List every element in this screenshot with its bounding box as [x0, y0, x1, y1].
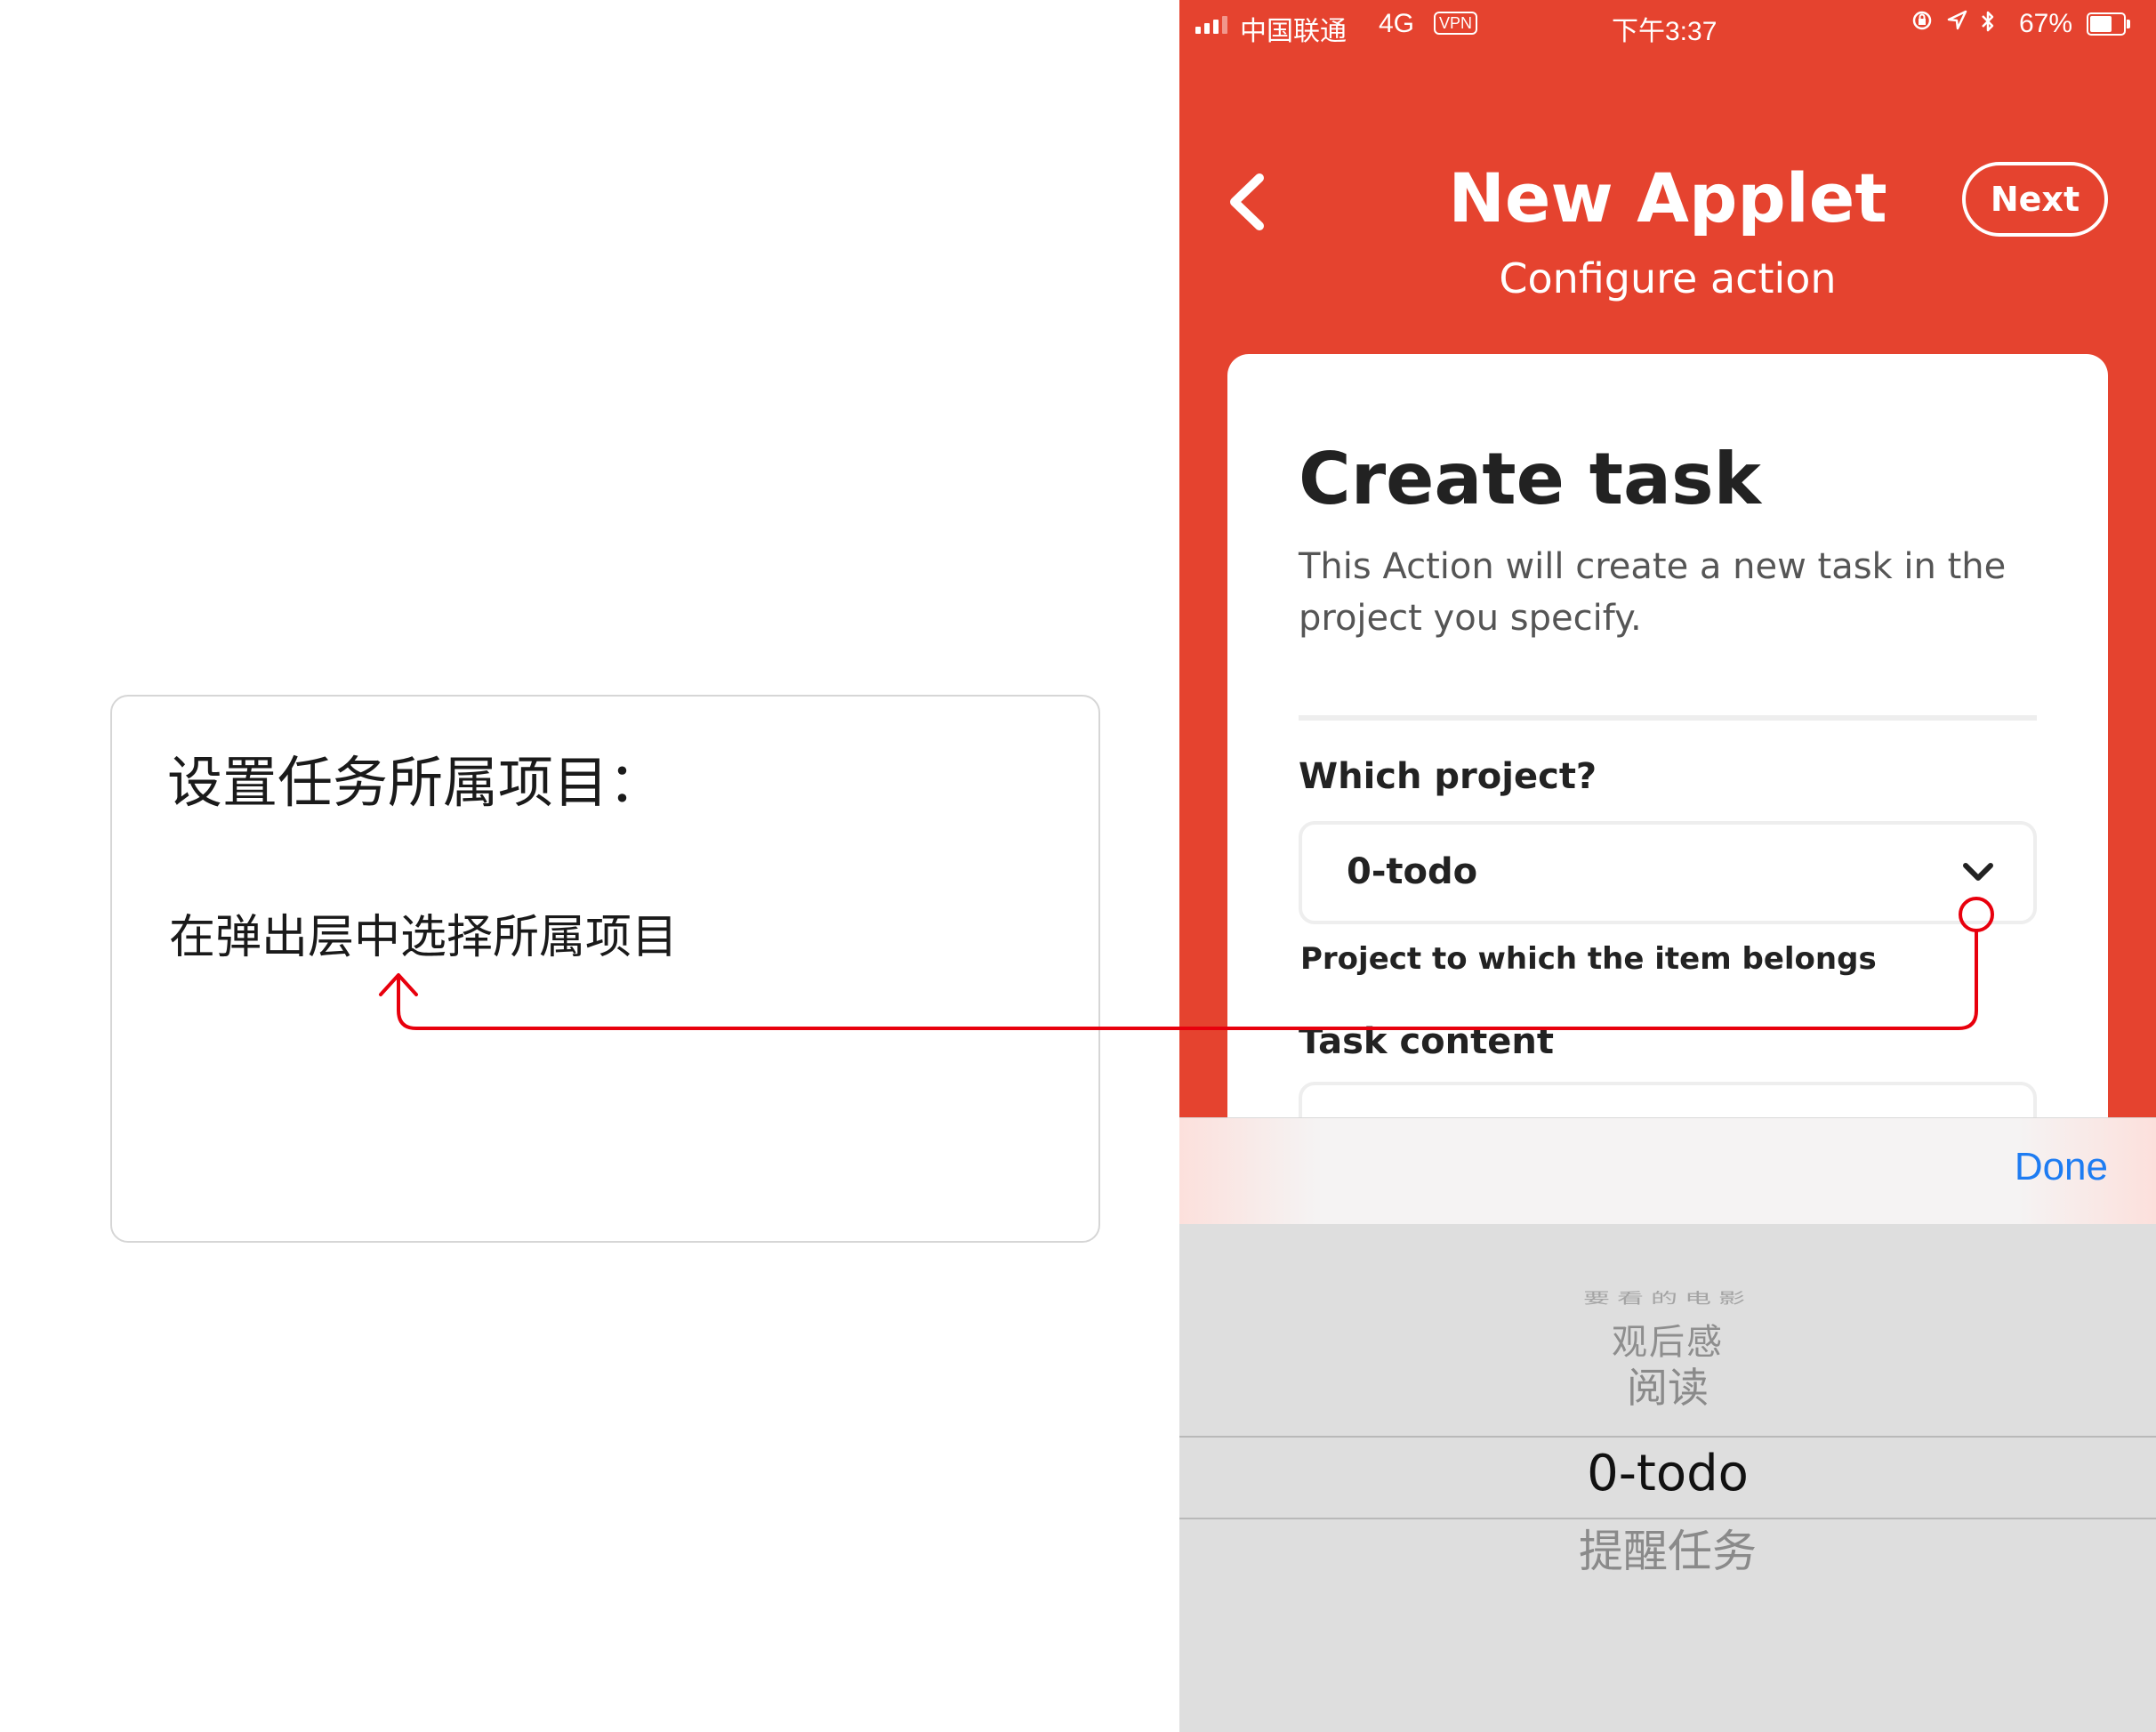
battery-fill	[2090, 16, 2112, 32]
bluetooth-icon	[1982, 11, 1994, 32]
annotation-title: 设置任务所属项目：	[167, 750, 664, 815]
project-picker-wheel[interactable]: 要看的电影 观后感 阅读 0-todo 提醒任务	[1179, 1224, 2156, 1732]
action-title: Create task	[1299, 438, 1761, 520]
next-button[interactable]: Next	[1962, 162, 2108, 237]
status-icons	[1911, 9, 1996, 34]
action-description: This Action will create a new task in th…	[1299, 546, 2007, 639]
network-type: 4G	[1379, 9, 1415, 38]
carrier-name: 中国联通	[1240, 17, 1347, 46]
done-button[interactable]: Done	[2015, 1145, 2108, 1189]
picker-selection-line-top	[1179, 1436, 2156, 1438]
annotation-card: 设置任务所属项目： 在弹出层中选择所属项目	[110, 695, 1100, 1243]
picker-row[interactable]: 提醒任务	[1179, 1516, 2156, 1580]
phone-screen: 中国联通 4G VPN 下午3:37 67% New Applet Config…	[1179, 0, 2156, 1732]
battery-percent: 67%	[2019, 9, 2073, 38]
annotation-body: 在弹出层中选择所属项目	[169, 911, 679, 964]
chevron-down-icon	[1963, 863, 1993, 881]
battery-icon	[2087, 12, 2130, 36]
divider	[1299, 715, 2037, 721]
project-field-label: Which project?	[1299, 756, 1597, 797]
screenshot-canvas: 设置任务所属项目： 在弹出层中选择所属项目 中国联通 4G VPN 下午3:37	[0, 0, 2156, 1732]
vpn-badge: VPN	[1434, 12, 1478, 35]
project-select[interactable]: 0-todo	[1299, 821, 2037, 924]
project-select-value: 0-todo	[1347, 851, 1478, 892]
page-subtitle: Configure action	[1499, 254, 1837, 302]
task-content-label: Task content	[1299, 1021, 1554, 1062]
picker-row[interactable]: 要看的电影	[1179, 1286, 2156, 1308]
status-time: 下午3:37	[1612, 17, 1718, 46]
signal-icon	[1195, 16, 1227, 34]
picker-row[interactable]: 阅读	[1179, 1356, 2156, 1414]
picker-toolbar: Done	[1179, 1117, 2156, 1225]
orientation-lock-icon	[1912, 11, 1932, 30]
status-bar: 中国联通 4G VPN 下午3:37 67%	[1179, 0, 2156, 50]
project-field-help: Project to which the item belongs	[1300, 941, 1877, 977]
location-icon	[1947, 10, 1967, 30]
picker-row-selected[interactable]: 0-todo	[1179, 1445, 2156, 1502]
